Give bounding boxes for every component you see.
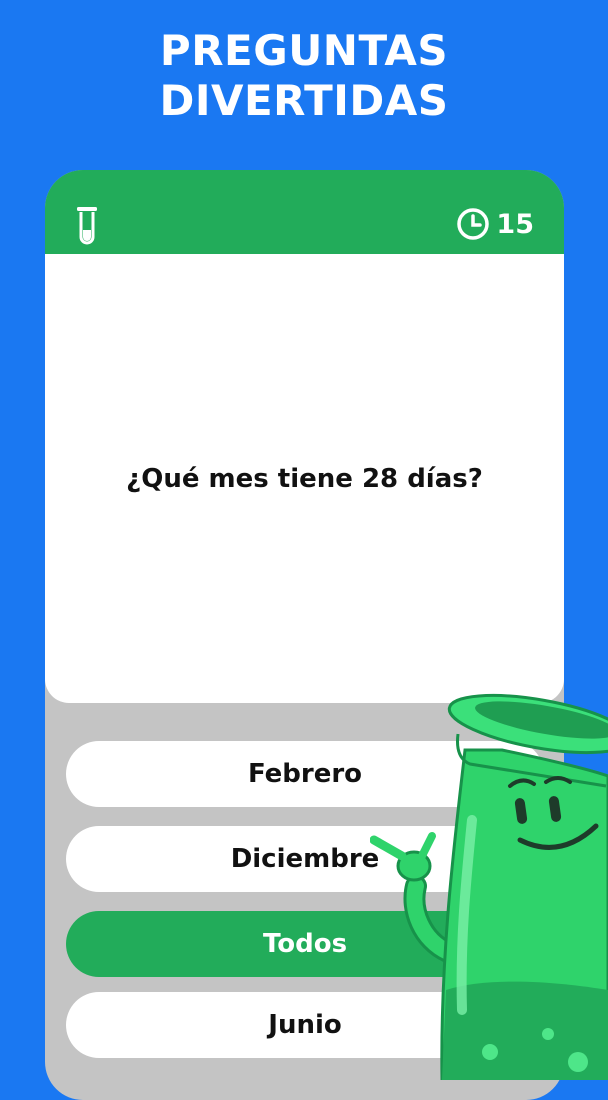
timer: 15 — [456, 207, 534, 241]
flask-icon — [77, 207, 97, 245]
quiz-header: 15 — [45, 170, 564, 254]
question-text: ¿Qué mes tiene 28 días? — [126, 463, 483, 494]
headline-line-1: PREGUNTAS — [159, 26, 449, 75]
question-panel: ¿Qué mes tiene 28 días? — [45, 254, 564, 703]
promo-headline: PREGUNTAS DIVERTIDAS — [0, 26, 608, 126]
headline-line-2: DIVERTIDAS — [159, 76, 449, 125]
mascot-test-tube-character — [370, 693, 608, 1080]
clock-icon — [457, 208, 490, 240]
timer-value: 15 — [496, 208, 534, 240]
